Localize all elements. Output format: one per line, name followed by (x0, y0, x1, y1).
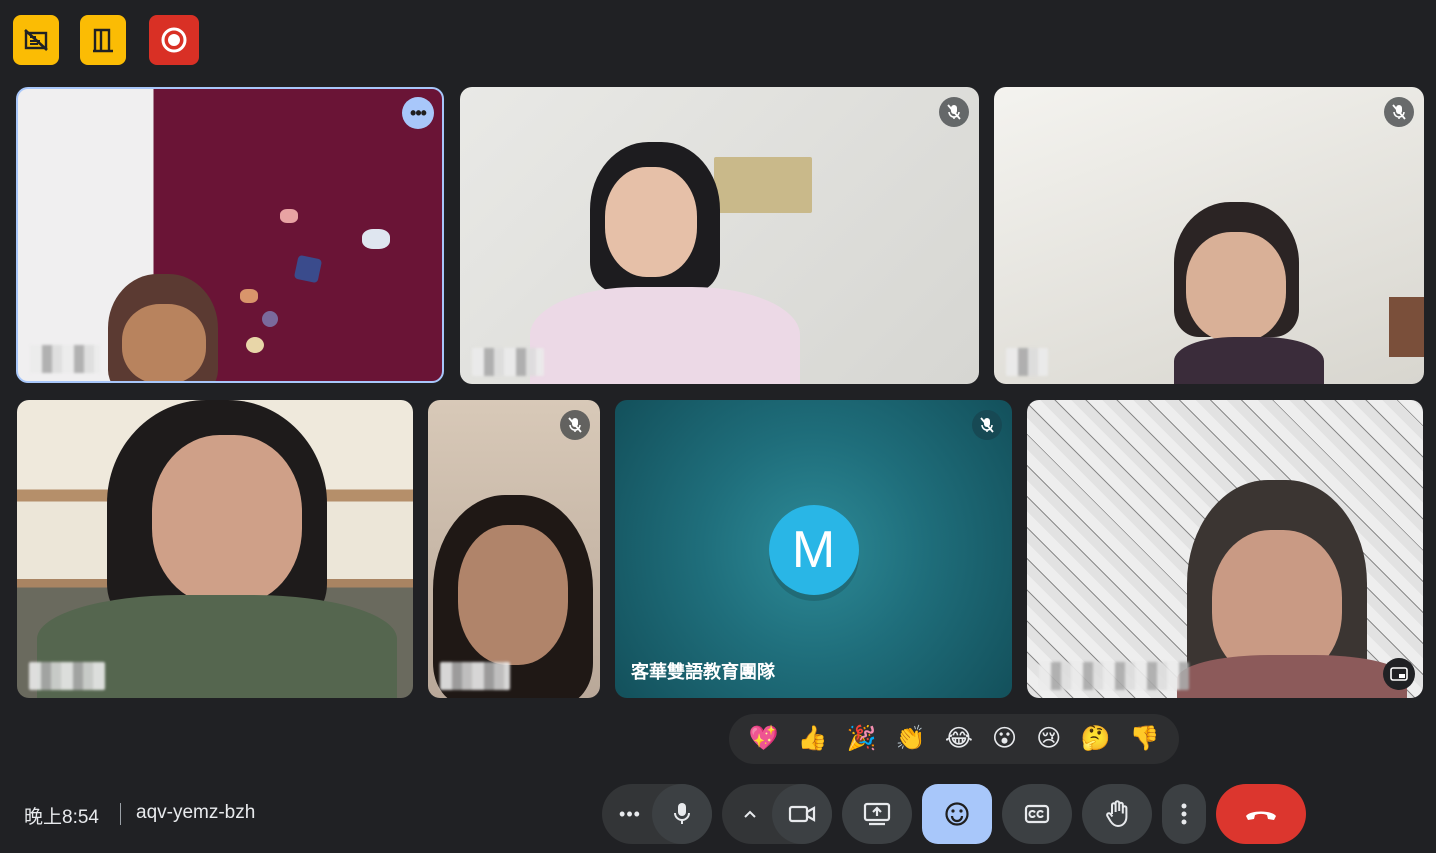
participant-face (1186, 232, 1286, 342)
mic-off-icon (939, 97, 969, 127)
participant-tile-3[interactable] (994, 87, 1424, 384)
reactions-button[interactable] (922, 784, 992, 844)
leave-call-button[interactable] (1216, 784, 1306, 844)
divider (120, 803, 121, 825)
raise-hand-button[interactable] (1082, 784, 1152, 844)
door-icon[interactable] (80, 15, 126, 65)
no-video-icon[interactable] (13, 15, 59, 65)
participant-avatar: M (768, 505, 859, 595)
reaction-clapping[interactable]: 👏 (896, 727, 926, 751)
participant-name: 客華雙語教育團隊 (631, 662, 775, 682)
reaction-thumbs-down[interactable]: 👎 (1130, 727, 1160, 751)
camera-icon (788, 805, 816, 823)
microphone-button[interactable] (652, 784, 712, 844)
participant-tile-1[interactable]: ••• (16, 87, 444, 383)
mic-off-icon (560, 410, 590, 440)
reaction-tears-of-joy[interactable]: 😂 (945, 727, 973, 751)
meeting-time: 晚上8:54 (24, 807, 99, 828)
participant-face (122, 304, 206, 381)
participant-name-blurred (1039, 662, 1189, 690)
participant-name-blurred (1006, 348, 1048, 376)
meeting-code[interactable]: aqv-yemz-bzh (136, 802, 255, 824)
participant-face (458, 525, 568, 665)
participant-tile-5[interactable] (428, 400, 600, 698)
present-screen-button[interactable] (842, 784, 912, 844)
audio-options-button[interactable]: ••• (610, 784, 650, 844)
picture-in-picture-icon[interactable] (1383, 658, 1415, 690)
mic-off-icon (1384, 97, 1414, 127)
mic-off-icon (972, 410, 1002, 440)
participant-tile-6[interactable]: M 客華雙語教育團隊 (615, 400, 1012, 698)
reaction-thinking[interactable]: 🤔 (1080, 727, 1110, 751)
more-options-button[interactable] (1162, 784, 1206, 844)
reactions-bar: 💖 👍 🎉 👏 😂 😮 😢 🤔 👎 (729, 714, 1179, 764)
hang-up-icon (1246, 811, 1276, 820)
participant-tile-7[interactable] (1027, 400, 1423, 698)
participant-body (1174, 337, 1324, 384)
reaction-party-popper[interactable]: 🎉 (847, 727, 877, 751)
microphone-icon (674, 803, 690, 824)
participant-name-blurred (440, 662, 510, 690)
emoji-icon (945, 802, 969, 826)
reaction-surprised[interactable]: 😮 (992, 727, 1017, 751)
captions-button[interactable] (1002, 784, 1072, 844)
present-screen-icon (863, 802, 891, 826)
reaction-sparkling-heart[interactable]: 💖 (749, 727, 779, 751)
participant-face (152, 435, 302, 605)
participant-name-blurred (30, 345, 100, 373)
participant-face (605, 167, 697, 277)
camera-button[interactable] (772, 784, 832, 844)
raise-hand-icon (1106, 800, 1128, 827)
record-icon[interactable] (149, 15, 199, 65)
reaction-crying[interactable]: 😢 (1036, 727, 1061, 751)
more-options-icon[interactable]: ••• (402, 97, 434, 129)
participant-name-blurred (29, 662, 105, 690)
participant-tile-2[interactable] (460, 87, 979, 384)
captions-icon (1024, 804, 1050, 824)
chevron-up-icon (744, 810, 756, 818)
participant-body (530, 287, 800, 384)
participant-tile-4[interactable] (17, 400, 413, 698)
reaction-thumbs-up[interactable]: 👍 (798, 727, 828, 751)
participant-name-blurred (472, 348, 544, 376)
more-vert-icon (1181, 803, 1187, 825)
participant-body (1177, 655, 1407, 698)
video-options-button[interactable] (730, 784, 770, 844)
